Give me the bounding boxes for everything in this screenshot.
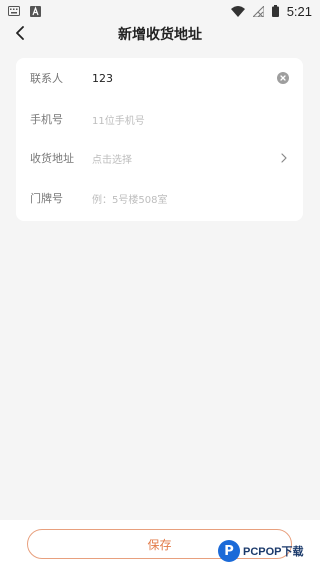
- status-time: 5:21: [286, 3, 312, 19]
- a-icon: [30, 5, 41, 17]
- chevron-right-icon[interactable]: [279, 153, 289, 163]
- phone-input[interactable]: 11位手机号: [92, 112, 145, 127]
- chevron-left-icon: [15, 25, 25, 44]
- watermark: P PCPOP下载: [218, 536, 318, 566]
- status-right: 5:21: [230, 3, 312, 19]
- status-bar: 5:21: [0, 0, 320, 22]
- address-label: 收货地址: [30, 152, 74, 165]
- door-input[interactable]: 例：5号楼508室: [92, 191, 167, 206]
- contact-row[interactable]: 联系人 123: [16, 58, 303, 98]
- address-row[interactable]: 收货地址 点击选择: [16, 138, 303, 178]
- back-button[interactable]: [10, 24, 30, 44]
- keyboard-icon: [8, 6, 20, 16]
- address-form: 联系人 123 手机号 11位手机号 收货地址 点击选择 门牌号 例：5号楼50…: [16, 58, 303, 221]
- app-header: 新增收货地址: [0, 22, 320, 46]
- contact-input[interactable]: 123: [92, 72, 113, 85]
- clear-icon[interactable]: [277, 72, 289, 84]
- address-selector[interactable]: 点击选择: [92, 151, 132, 166]
- status-left: [8, 5, 41, 17]
- battery-icon: [271, 5, 279, 17]
- door-label: 门牌号: [30, 192, 63, 205]
- watermark-logo-icon: P: [218, 540, 240, 562]
- phone-label: 手机号: [30, 113, 63, 126]
- wifi-icon: [230, 5, 245, 17]
- watermark-text: PCPOP下载: [243, 546, 304, 558]
- page-title: 新增收货地址: [118, 27, 202, 43]
- door-row[interactable]: 门牌号 例：5号楼508室: [16, 178, 303, 218]
- no-signal-icon: [252, 5, 264, 17]
- phone-row[interactable]: 手机号 11位手机号: [16, 99, 303, 139]
- contact-label: 联系人: [30, 72, 63, 85]
